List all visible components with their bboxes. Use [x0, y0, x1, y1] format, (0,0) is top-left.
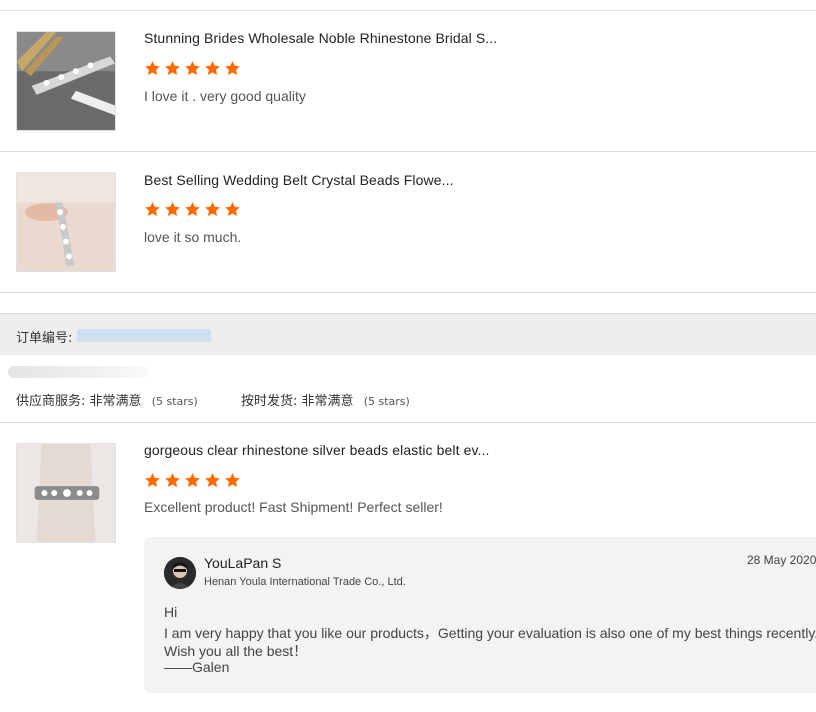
- star-icon: [165, 61, 180, 75]
- shipping-label: 按时发货:: [241, 394, 298, 409]
- divider: [0, 292, 816, 293]
- product-title-link[interactable]: Stunning Brides Wholesale Noble Rhinesto…: [144, 30, 497, 46]
- star-icon: [205, 473, 220, 487]
- divider: [0, 151, 816, 152]
- star-icon: [145, 202, 160, 216]
- service-value: 非常满意: [89, 394, 142, 409]
- star-icon: [165, 202, 180, 216]
- review-text: Excellent product! Fast Shipment! Perfec…: [144, 499, 443, 515]
- reply-line: ——Galen: [164, 659, 230, 675]
- review-text: love it so much.: [144, 229, 242, 245]
- order-number-label: 订单编号:: [16, 331, 73, 346]
- star-rating: [144, 201, 241, 218]
- reply-line: Wish you all the best！: [164, 643, 308, 659]
- product-thumbnail[interactable]: [16, 443, 116, 543]
- seller-reply: YouLaPan S Henan Youla International Tra…: [144, 537, 816, 693]
- reply-line: Hi: [164, 604, 178, 620]
- redacted-strip: [8, 366, 148, 378]
- star-icon: [185, 61, 200, 75]
- reply-line: I am very happy that you like our produc…: [164, 625, 816, 641]
- star-icon: [185, 473, 200, 487]
- divider: [0, 422, 816, 423]
- star-icon: [205, 202, 220, 216]
- reply-date: 28 May 2020: [747, 553, 816, 567]
- product-thumbnail[interactable]: [16, 172, 116, 272]
- star-icon: [225, 61, 240, 75]
- product-title-link[interactable]: Best Selling Wedding Belt Crystal Beads …: [144, 172, 454, 188]
- star-icon: [145, 473, 160, 487]
- star-icon: [205, 61, 220, 75]
- star-icon: [225, 202, 240, 216]
- service-stars: (5 stars): [151, 395, 198, 408]
- replier-name: YouLaPan S: [204, 555, 282, 571]
- star-icon: [165, 473, 180, 487]
- star-icon: [185, 202, 200, 216]
- divider: [0, 10, 816, 11]
- star-icon: [145, 61, 160, 75]
- order-header: 订单编号:: [0, 313, 816, 355]
- product-thumbnail[interactable]: [16, 31, 116, 131]
- product-title-link[interactable]: gorgeous clear rhinestone silver beads e…: [144, 442, 490, 458]
- service-label: 供应商服务:: [16, 394, 86, 409]
- review-text: I love it . very good quality: [144, 88, 306, 104]
- replier-company: Henan Youla International Trade Co., Ltd…: [204, 576, 406, 588]
- shipping-stars: (5 stars): [363, 395, 410, 408]
- star-rating: [144, 472, 241, 489]
- order-number-redacted: [77, 329, 211, 342]
- shipping-value: 非常满意: [301, 394, 354, 409]
- star-rating: [144, 60, 241, 77]
- seller-ratings: 供应商服务: 非常满意 (5 stars) 按时发货: 非常满意 (5 star…: [16, 390, 410, 409]
- avatar: [164, 557, 196, 589]
- star-icon: [225, 473, 240, 487]
